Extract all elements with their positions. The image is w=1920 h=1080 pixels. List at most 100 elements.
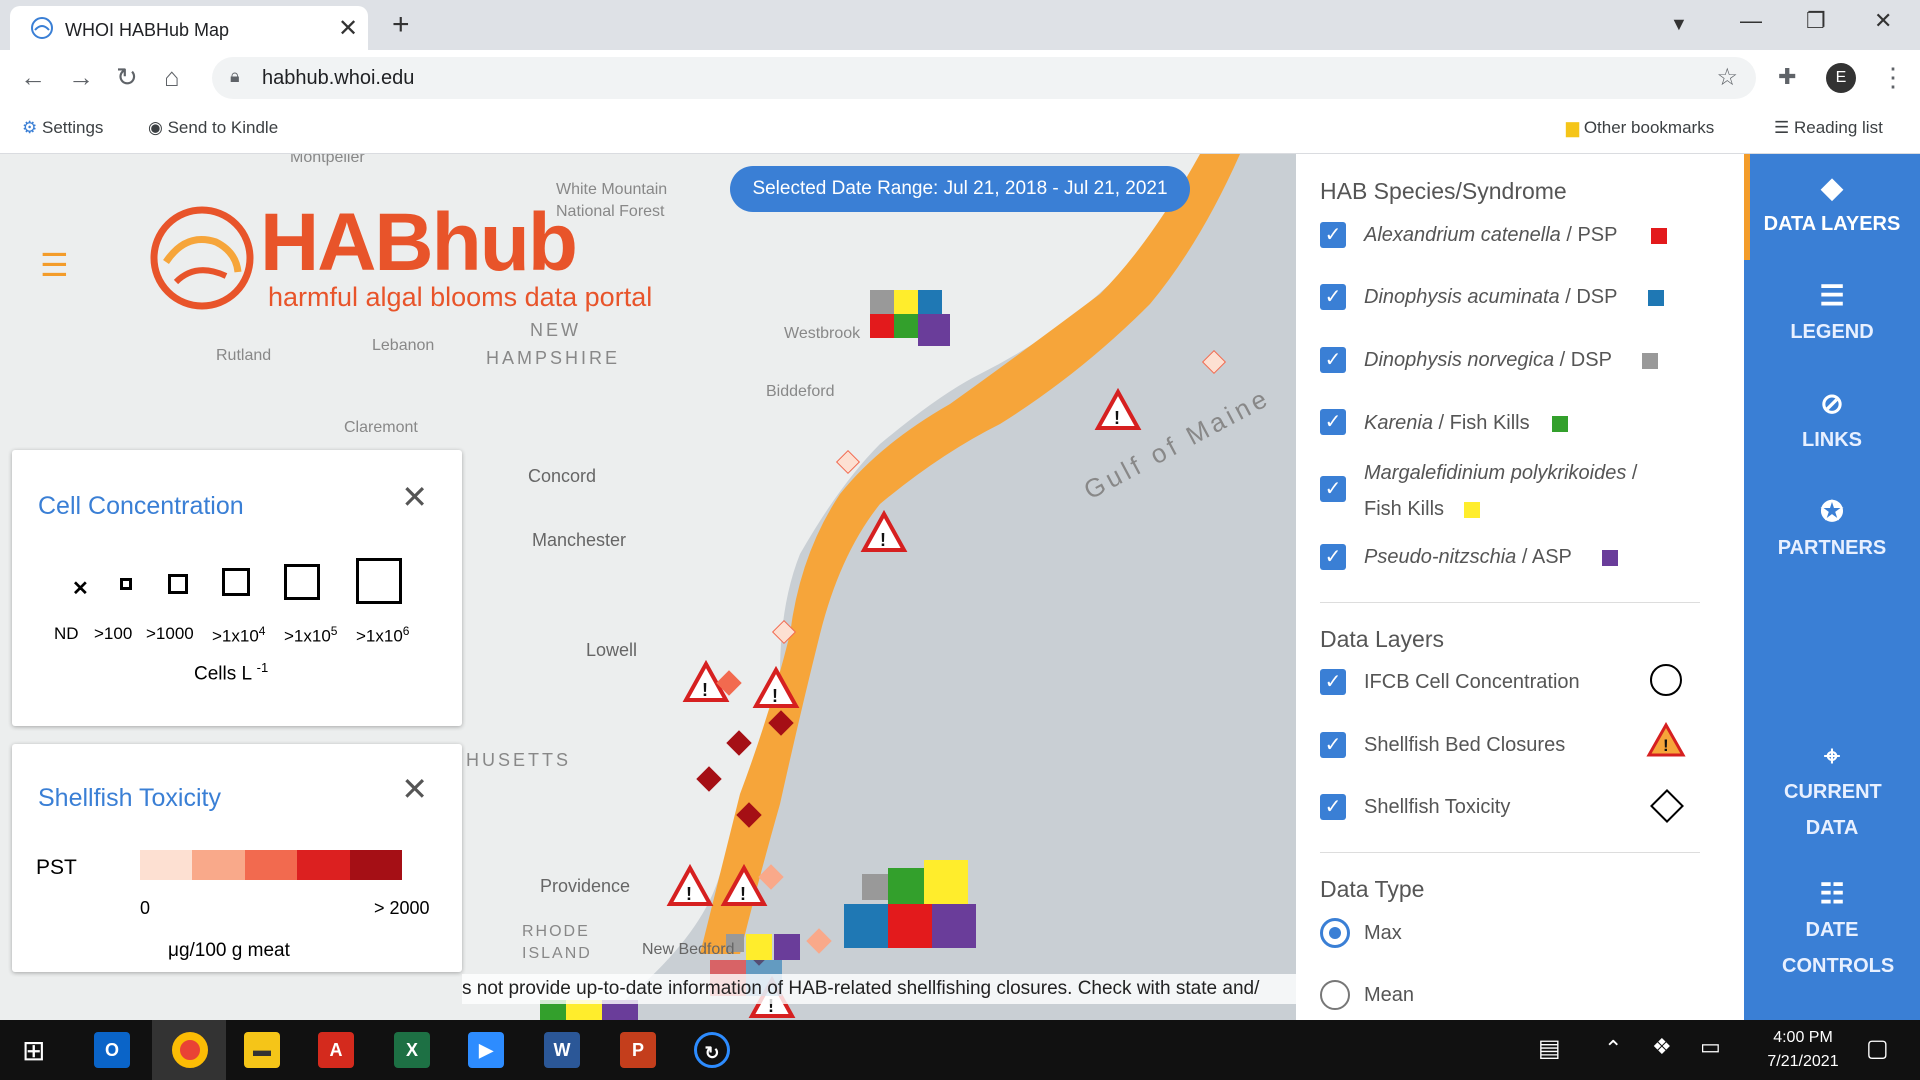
bookmark-star-icon[interactable]: ☆ <box>1716 63 1738 92</box>
file-explorer-icon[interactable]: ▬ <box>244 1032 280 1068</box>
nav-links[interactable]: ⊘ LINKS <box>1744 386 1920 458</box>
reading-list[interactable]: ☰ Reading list <box>1774 118 1883 138</box>
back-icon[interactable]: ← <box>20 62 46 93</box>
place-label: Biddeford <box>766 383 835 400</box>
dropbox-icon[interactable]: ❖ <box>1652 1034 1672 1060</box>
radio-max[interactable] <box>1320 918 1350 948</box>
powerpoint-icon[interactable]: P <box>620 1032 656 1068</box>
species-checkbox[interactable]: ✓ <box>1320 284 1346 310</box>
address-bar[interactable]: 🔒︎ habhub.whoi.edu ☆ <box>212 57 1756 99</box>
layer-checkbox[interactable]: ✓ <box>1320 669 1346 695</box>
species-checkbox[interactable]: ✓ <box>1320 476 1346 502</box>
chrome-icon[interactable] <box>152 1020 226 1080</box>
new-tab-icon[interactable]: + <box>392 8 410 42</box>
app-icon[interactable]: ↻ <box>694 1032 730 1068</box>
clock[interactable]: 4:00 PM 7/21/2021 <box>1748 1026 1858 1074</box>
gear-icon: ⚙ <box>22 118 38 137</box>
side-nav: ◆ DATA LAYERS ☰ LEGEND ⊘ LINKS ✪ PARTNERS ⌖ C… <box>1744 154 1920 1020</box>
menu-dots-icon[interactable]: ⋮ <box>1880 62 1906 93</box>
nav-legend[interactable]: ☰ LEGEND <box>1744 278 1920 350</box>
size-marker-100 <box>120 578 132 590</box>
species-label: Margalefidinium polykrikoides / <box>1364 462 1638 484</box>
close-icon[interactable]: ✕ <box>401 478 428 516</box>
place-label: Lebanon <box>372 337 434 354</box>
radio-mean[interactable] <box>1320 980 1350 1010</box>
tab-close-icon[interactable]: ✕ <box>338 14 358 43</box>
layer-label: Shellfish Toxicity <box>1364 796 1511 818</box>
outlook-icon[interactable]: O <box>94 1032 130 1068</box>
nav-date-controls[interactable]: ☷ DATE CONTROLS <box>1744 876 1920 984</box>
battery-icon[interactable]: ▭ <box>1700 1034 1721 1060</box>
close-window-icon[interactable]: ✕ <box>1874 8 1892 34</box>
clock-date: 7/21/2021 <box>1767 1053 1839 1070</box>
maximize-icon[interactable]: ❐ <box>1806 8 1826 34</box>
settings-bookmark[interactable]: ⚙ Settings <box>22 118 103 138</box>
species-label: Alexandrium catenella / PSP <box>1364 224 1618 246</box>
data-layers-panel: HAB Species/Syndrome ✓ Alexandrium caten… <box>1296 154 1744 1020</box>
extensions-icon[interactable]: ✚ <box>1778 64 1796 90</box>
size-label: >1000 <box>146 624 194 643</box>
size-marker-1e6 <box>356 558 402 604</box>
species-label: Pseudo-nitzschia / ASP <box>1364 546 1572 568</box>
layer-checkbox[interactable]: ✓ <box>1320 732 1346 758</box>
svg-text:!: ! <box>740 884 746 904</box>
logo-main-text: HABhub <box>260 197 578 288</box>
size-label: >1x106 <box>356 624 410 646</box>
acrobat-icon[interactable]: A <box>318 1032 354 1068</box>
svg-text:!: ! <box>702 680 708 700</box>
layers-icon: ◆ <box>1821 172 1843 203</box>
place-label: Claremont <box>344 419 418 436</box>
tox-unit: μg/100 g meat <box>168 940 290 961</box>
species-label: Karenia / Fish Kills <box>1364 412 1530 434</box>
sliders-icon: ☷ <box>1819 878 1845 909</box>
tox-panel-title: Shellfish Toxicity <box>38 784 221 812</box>
reload-icon[interactable]: ↻ <box>116 62 138 93</box>
species-checkbox[interactable]: ✓ <box>1320 409 1346 435</box>
tab-search-icon[interactable]: ▼ <box>1670 14 1688 35</box>
species-swatch <box>1648 290 1664 306</box>
zoom-icon[interactable]: ▶ <box>468 1032 504 1068</box>
tray-chevron-icon[interactable]: ⌃ <box>1604 1036 1622 1062</box>
tox-min: 0 <box>140 898 151 918</box>
species-swatch <box>1552 416 1568 432</box>
nav-current-data[interactable]: ⌖ CURRENT DATA <box>1744 738 1920 846</box>
ifcb-station-marker[interactable] <box>870 290 950 346</box>
nav-partners[interactable]: ✪ PARTNERS <box>1744 494 1920 566</box>
kindle-bookmark[interactable]: ◉ Send to Kindle <box>148 118 278 138</box>
species-checkbox[interactable]: ✓ <box>1320 222 1346 248</box>
close-icon[interactable]: ✕ <box>401 770 428 808</box>
tox-bin <box>192 850 245 880</box>
nd-marker: ✕ <box>72 578 89 600</box>
word-icon[interactable]: W <box>544 1032 580 1068</box>
url-text: habhub.whoi.edu <box>262 67 415 89</box>
place-label: New Bedford <box>642 941 735 958</box>
svg-text:!: ! <box>880 530 886 550</box>
profile-avatar[interactable]: E <box>1826 63 1856 93</box>
cell-panel-title: Cell Concentration <box>38 492 244 520</box>
size-marker-1e4 <box>222 568 250 596</box>
species-checkbox[interactable]: ✓ <box>1320 544 1346 570</box>
folder-icon: ▆ <box>1566 118 1580 137</box>
svg-text:!: ! <box>1663 736 1669 755</box>
news-icon[interactable]: ▤ <box>1538 1034 1561 1063</box>
layer-checkbox[interactable]: ✓ <box>1320 794 1346 820</box>
forward-icon[interactable]: → <box>68 62 94 93</box>
windows-taskbar: ⊞ O ▬ A X ▶ W P ↻ ▤ ⌃ ❖ ▭ 4:00 PM 7/21/2… <box>0 1020 1920 1080</box>
star-icon: ✪ <box>1820 496 1844 527</box>
nav-data-layers[interactable]: ◆ DATA LAYERS <box>1744 170 1920 242</box>
other-bookmarks[interactable]: ▆ Other bookmarks <box>1566 118 1714 138</box>
hamburger-menu-icon[interactable]: ☰ <box>40 246 69 284</box>
date-range-chip[interactable]: Selected Date Range: Jul 21, 2018 - Jul … <box>730 166 1190 212</box>
place-label: HUSETTS <box>466 750 571 770</box>
home-icon[interactable]: ⌂ <box>164 62 180 93</box>
excel-icon[interactable]: X <box>394 1032 430 1068</box>
species-checkbox[interactable]: ✓ <box>1320 347 1346 373</box>
divider <box>1320 852 1700 853</box>
notifications-icon[interactable]: ▢ <box>1866 1034 1889 1063</box>
map-canvas[interactable]: ! ! ! ! ! ! ! Montpelier White Mountain … <box>0 154 1296 1020</box>
browser-tab[interactable]: WHOI HABHub Map ✕ <box>10 6 368 50</box>
minimize-icon[interactable]: — <box>1740 8 1762 34</box>
toxicity-diamond-icon <box>1650 789 1684 823</box>
place-label: Providence <box>540 876 630 896</box>
windows-start-icon[interactable]: ⊞ <box>22 1034 45 1067</box>
